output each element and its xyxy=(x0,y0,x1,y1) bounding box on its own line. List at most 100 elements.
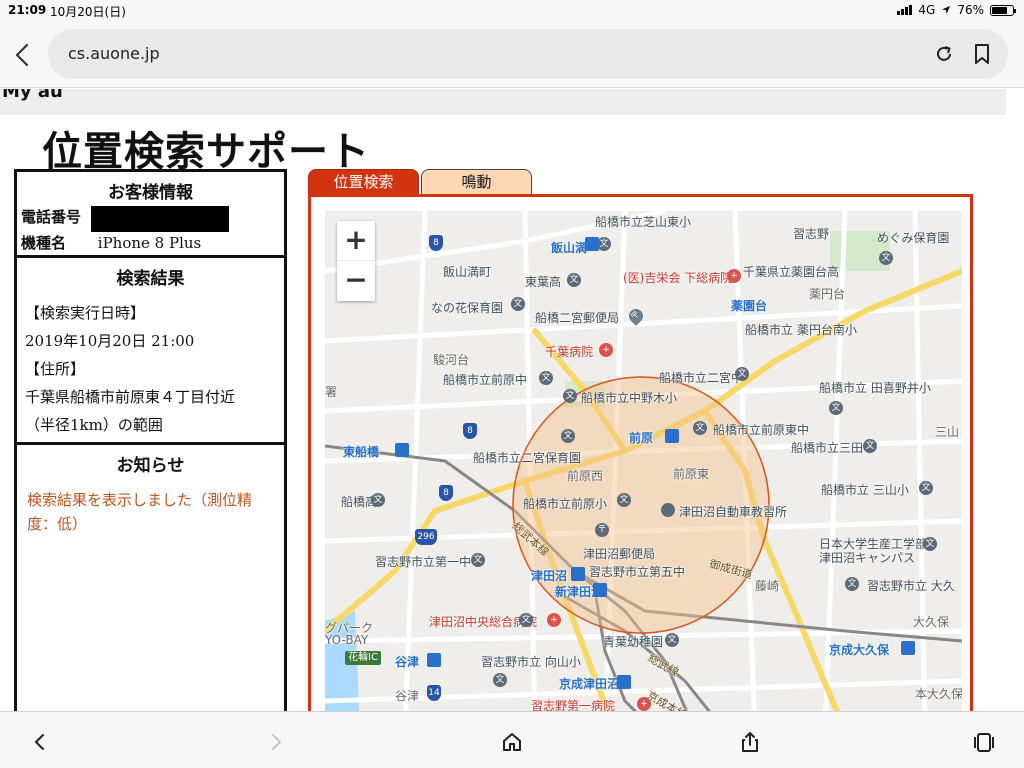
zoom-control: + − xyxy=(337,221,375,301)
myau-header: My au xyxy=(0,89,1006,115)
school-icon[interactable]: 文 xyxy=(519,613,533,627)
map-label: 谷津 xyxy=(395,689,420,703)
school-icon[interactable]: 文 xyxy=(829,401,843,415)
url-text[interactable]: cs.auone.jp xyxy=(68,44,160,63)
map-label: 署 xyxy=(325,385,338,399)
school-icon[interactable]: 文 xyxy=(617,493,631,507)
map-label: 船橋市立前原小 xyxy=(523,497,608,511)
school-icon[interactable]: 文 xyxy=(693,421,707,435)
phone-row: 電話番号 xyxy=(21,206,229,232)
map-label: 船橋市立 田喜野井小 xyxy=(819,381,931,395)
address-label: 【住所】 xyxy=(25,360,86,378)
map-label: 東船橋 xyxy=(343,445,380,459)
forward-icon[interactable] xyxy=(264,730,288,754)
post-office-icon[interactable]: 〒 xyxy=(595,523,609,537)
home-icon[interactable] xyxy=(500,730,524,754)
map-label: 本大久保 xyxy=(915,687,962,701)
map-label: なの花保育園 xyxy=(431,301,504,315)
school-icon[interactable]: 文 xyxy=(735,367,749,381)
station-icon[interactable] xyxy=(665,429,679,443)
station-icon[interactable] xyxy=(593,583,607,597)
route-shield-icon: 296 xyxy=(415,529,437,545)
school-icon[interactable]: 文 xyxy=(863,439,877,453)
station-icon[interactable] xyxy=(901,641,915,655)
map-label: 船橋市立 薬円台南小 xyxy=(745,323,857,337)
school-icon[interactable]: 文 xyxy=(493,673,507,687)
address-bar[interactable]: cs.auone.jp xyxy=(48,29,1008,79)
map-label: 駿河台 xyxy=(433,353,470,367)
zoom-out-button[interactable]: − xyxy=(337,261,375,301)
status-time: 21:09 xyxy=(8,3,47,17)
station-icon[interactable] xyxy=(571,567,585,581)
tab-location-search[interactable]: 位置検索 xyxy=(308,169,419,195)
map-label: 千葉県立薬園台高 xyxy=(743,265,840,279)
bookmark-icon[interactable] xyxy=(972,43,992,65)
station-icon[interactable] xyxy=(395,443,409,457)
customer-info-heading: お客様情報 xyxy=(108,183,193,203)
map-label: 津田沼 xyxy=(531,569,568,583)
address-value: 千葉県船橋市前原東４丁目付近 xyxy=(25,388,236,406)
station-icon[interactable] xyxy=(585,237,599,251)
model-label: 機種名 xyxy=(21,234,67,252)
tab-ring[interactable]: 鳴動 xyxy=(421,169,532,195)
map-label: 青葉幼稚園 xyxy=(603,635,664,649)
school-icon[interactable]: 文 xyxy=(567,273,581,287)
school-icon[interactable]: 文 xyxy=(539,371,553,385)
school-icon[interactable]: 文 xyxy=(563,389,577,403)
map-label: 千葉病院 xyxy=(545,345,594,359)
map-label: 船橋市立 三山小 xyxy=(821,483,909,497)
hospital-icon[interactable]: + xyxy=(547,613,561,627)
hospital-icon[interactable]: + xyxy=(637,697,651,711)
map-label: (医)吉栄会 下総病院 xyxy=(623,271,733,285)
school-icon[interactable]: 文 xyxy=(923,537,937,551)
school-icon[interactable]: 文 xyxy=(511,297,525,311)
tabs-icon[interactable] xyxy=(972,730,996,754)
status-date: 10月20日(日) xyxy=(50,5,126,19)
station-icon[interactable] xyxy=(427,653,441,667)
back-icon[interactable] xyxy=(28,730,52,754)
map-label: めぐみ保育園 xyxy=(877,231,950,245)
school-icon[interactable]: 文 xyxy=(597,237,611,251)
map-label: 薬円台 xyxy=(809,287,846,301)
map-label: 習志野市立 大久 xyxy=(867,579,955,593)
map-label: 津田沼自動車教習所 xyxy=(679,505,788,519)
location-arrow-icon xyxy=(942,6,951,14)
map-label: YO-BAY xyxy=(325,633,369,647)
map-label: 習志野 xyxy=(793,227,830,241)
map-label: 船橋市立二宮保育園 xyxy=(473,451,582,465)
zoom-in-button[interactable]: + xyxy=(337,221,375,261)
hospital-icon[interactable]: + xyxy=(727,269,741,283)
map-frame: 船橋市立芝山東小 習志野 めぐみ保育園 飯山満 飯山満町 東葉高 (医)吉栄会 … xyxy=(308,194,973,711)
status-bar: 21:09 10月20日(日) 4G 76% xyxy=(0,0,1024,20)
reload-icon[interactable] xyxy=(934,44,954,64)
route-shield-icon: 14 xyxy=(427,685,441,701)
map-label: 三山 xyxy=(935,425,960,439)
driving-school-pin-icon[interactable] xyxy=(661,503,675,517)
hospital-icon[interactable]: + xyxy=(599,343,613,357)
school-icon[interactable]: 文 xyxy=(919,481,933,495)
phone-redacted-value xyxy=(91,206,229,232)
map-label: 京成津田沼 xyxy=(559,677,620,691)
route-shield-icon: 8 xyxy=(429,235,443,251)
school-icon[interactable]: 文 xyxy=(665,633,679,647)
station-icon[interactable] xyxy=(617,675,631,689)
map-view[interactable]: 船橋市立芝山東小 習志野 めぐみ保育園 飯山満 飯山満町 東葉高 (医)吉栄会 … xyxy=(325,211,962,711)
status-right: 4G 76% xyxy=(897,3,1016,17)
school-icon[interactable]: 文 xyxy=(471,553,485,567)
school-icon[interactable]: 文 xyxy=(561,429,575,443)
school-icon[interactable]: 文 xyxy=(371,493,385,507)
back-icon[interactable] xyxy=(12,42,34,68)
share-icon[interactable] xyxy=(738,730,762,754)
map-label: 前原西 xyxy=(567,469,604,483)
school-icon[interactable]: 文 xyxy=(879,251,893,265)
map-label: 習志野市立第五中 xyxy=(589,565,686,579)
range-text: （半径1km）の範囲 xyxy=(25,416,163,434)
map-label: 谷津 xyxy=(395,655,420,669)
page-content: My au 位置検索サポート お客様情報 電話番号 機種名 iPhone 8 P… xyxy=(0,89,1024,711)
map-label: 津田沼郵便局 xyxy=(583,547,656,561)
map-label: 大久保 xyxy=(913,615,950,629)
school-icon[interactable]: 文 xyxy=(845,577,859,591)
myau-logo-text[interactable]: My au xyxy=(2,89,63,102)
map-label: 習志野市立 向山小 xyxy=(481,655,581,669)
notice-message: 検索結果を表示しました（測位精度：低） xyxy=(27,491,253,533)
